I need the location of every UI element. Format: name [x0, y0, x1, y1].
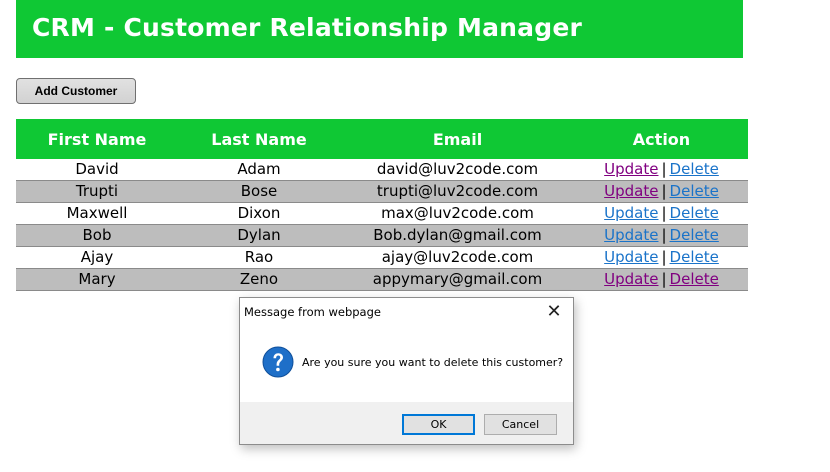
add-customer-button[interactable]: Add Customer: [16, 78, 136, 104]
cell-email: max@luv2code.com: [340, 202, 575, 225]
update-link[interactable]: Update: [604, 270, 658, 288]
dialog-message: Are you sure you want to delete this cus…: [302, 356, 564, 369]
column-header-first-name: First Name: [16, 119, 178, 159]
dialog-titlebar[interactable]: Message from webpage ✕: [240, 298, 573, 326]
cell-action: Update | Delete: [575, 246, 748, 269]
delete-link[interactable]: Delete: [670, 248, 719, 266]
delete-link[interactable]: Delete: [670, 226, 719, 244]
cell-first-name: Trupti: [16, 180, 178, 203]
cell-action: Update | Delete: [575, 224, 748, 247]
cell-action: Update | Delete: [575, 268, 748, 291]
cell-last-name: Rao: [178, 246, 340, 269]
table-header-row: First Name Last Name Email Action: [16, 119, 748, 159]
table-row: David Adam david@luv2code.com Update | Del…: [16, 159, 748, 181]
cell-email: Bob.dylan@gmail.com: [340, 224, 575, 247]
cell-first-name: Maxwell: [16, 202, 178, 225]
cell-email: appymary@gmail.com: [340, 268, 575, 291]
app-header: CRM - Customer Relationship Manager: [16, 0, 743, 58]
action-separator: |: [661, 270, 667, 288]
update-link[interactable]: Update: [604, 182, 658, 200]
action-separator: |: [661, 226, 667, 244]
action-separator: |: [661, 182, 667, 200]
update-link[interactable]: Update: [604, 226, 658, 244]
delete-link[interactable]: Delete: [670, 182, 719, 200]
customer-table: First Name Last Name Email Action David …: [16, 119, 748, 291]
update-link[interactable]: Update: [604, 248, 658, 266]
delete-link[interactable]: Delete: [670, 160, 719, 178]
table-row: Bob Dylan Bob.dylan@gmail.com Update | Del…: [16, 224, 748, 247]
cell-last-name: Dixon: [178, 202, 340, 225]
delete-link[interactable]: Delete: [670, 270, 719, 288]
cell-last-name: Dylan: [178, 224, 340, 247]
cell-last-name: Adam: [178, 159, 340, 181]
column-header-action: Action: [575, 119, 748, 159]
column-header-last-name: Last Name: [178, 119, 340, 159]
cell-action: Update | Delete: [575, 202, 748, 225]
cell-first-name: Mary: [16, 268, 178, 291]
table-row: Trupti Bose trupti@luv2code.com Update | D…: [16, 180, 748, 203]
action-separator: |: [661, 204, 667, 222]
cell-first-name: Ajay: [16, 246, 178, 269]
cell-email: ajay@luv2code.com: [340, 246, 575, 269]
confirm-dialog: Message from webpage ✕ Are you sure you …: [239, 297, 574, 445]
ok-button[interactable]: OK: [402, 414, 475, 435]
delete-link[interactable]: Delete: [670, 204, 719, 222]
cell-first-name: Bob: [16, 224, 178, 247]
column-header-email: Email: [340, 119, 575, 159]
page-title: CRM - Customer Relationship Manager: [32, 13, 583, 42]
cell-email: david@luv2code.com: [340, 159, 575, 181]
cell-last-name: Bose: [178, 180, 340, 203]
cell-action: Update | Delete: [575, 159, 748, 181]
dialog-title: Message from webpage: [244, 305, 381, 319]
question-icon: [262, 346, 294, 378]
update-link[interactable]: Update: [604, 204, 658, 222]
table-row: Ajay Rao ajay@luv2code.com Update | Delete: [16, 246, 748, 269]
table-row: Mary Zeno appymary@gmail.com Update | Dele…: [16, 268, 748, 291]
cell-action: Update | Delete: [575, 180, 748, 203]
cell-last-name: Zeno: [178, 268, 340, 291]
cancel-button[interactable]: Cancel: [484, 414, 557, 435]
action-separator: |: [661, 160, 667, 178]
update-link[interactable]: Update: [604, 160, 658, 178]
close-icon[interactable]: ✕: [539, 300, 569, 324]
action-separator: |: [661, 248, 667, 266]
table-row: Maxwell Dixon max@luv2code.com Update | De…: [16, 202, 748, 225]
cell-first-name: David: [16, 159, 178, 181]
dialog-body: Are you sure you want to delete this cus…: [240, 326, 573, 402]
cell-email: trupti@luv2code.com: [340, 180, 575, 203]
